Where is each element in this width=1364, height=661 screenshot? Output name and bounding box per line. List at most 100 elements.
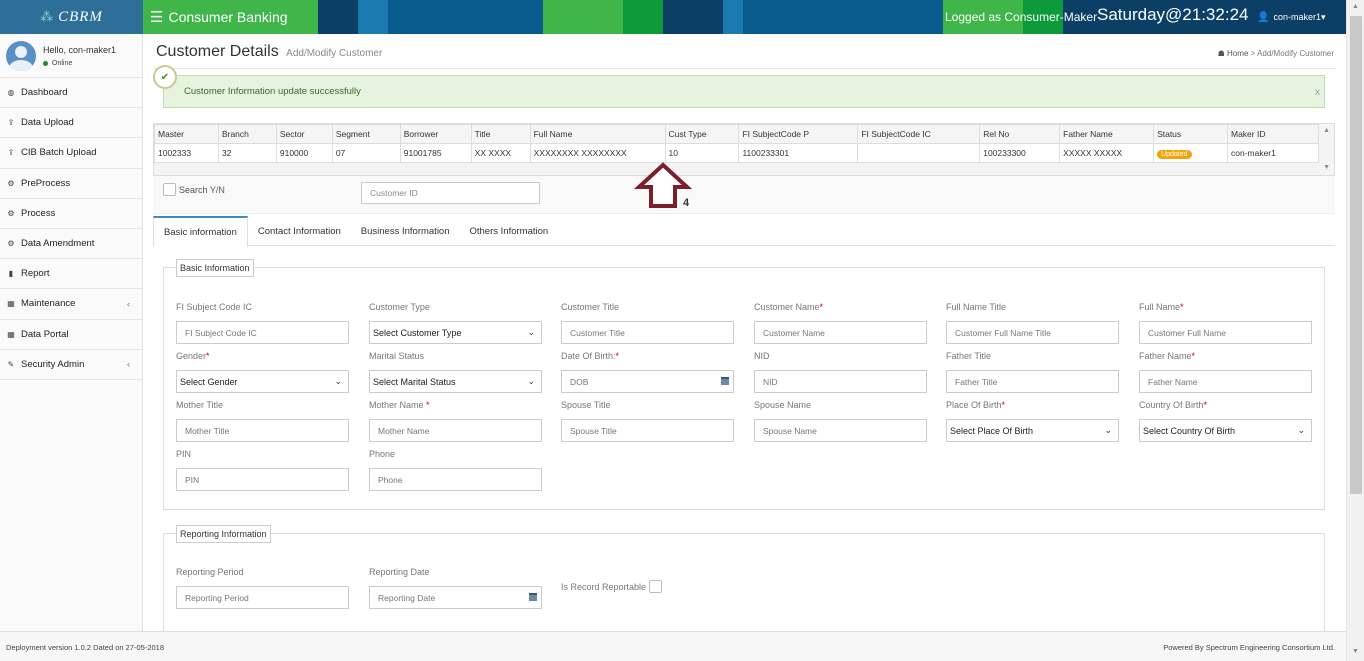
full-name-input[interactable]: Customer Full Name <box>1139 321 1312 344</box>
father-name-input[interactable]: Father Name <box>1139 370 1312 393</box>
father-name-value: Father Name <box>1148 376 1198 387</box>
country-of-birth-select[interactable]: Select Country Of Birth ⌄ <box>1139 419 1312 442</box>
fi-subject-code-ic-input[interactable]: FI Subject Code IC <box>176 321 349 344</box>
mother-title-input[interactable]: Mother Title <box>176 419 349 442</box>
brand-logo[interactable]: ⁂ CBRM <box>0 0 143 34</box>
customer-name-input[interactable]: Customer Name <box>754 321 927 344</box>
required-marker: * <box>206 351 210 361</box>
column-header[interactable]: Sector <box>275 124 333 144</box>
sidebar-item-cib-batch-upload[interactable]: ⇪ CIB Batch Upload <box>0 138 142 169</box>
reporting-date-input[interactable]: Reporting Date <box>369 586 542 609</box>
sidebar-item-maintenance[interactable]: ▦ Maintenance ‹ <box>0 289 142 320</box>
sidebar-item-process[interactable]: ⚙ Process <box>0 199 142 229</box>
nid-input[interactable]: NID <box>754 370 927 393</box>
marital-status-select[interactable]: Select Marital Status ⌄ <box>369 370 542 393</box>
column-header[interactable]: Father Name <box>1059 124 1155 144</box>
column-header[interactable]: FI SubjectCode IC <box>857 124 981 144</box>
marital-status-label: Marital Status <box>369 351 542 363</box>
success-alert: Customer Information update successfully… <box>163 75 1325 108</box>
column-header[interactable]: FI SubjectCode P <box>738 124 859 144</box>
user-menu[interactable]: 👤 con-maker1 ▾ <box>1257 0 1326 34</box>
sidebar-item-data-upload[interactable]: ⇪ Data Upload <box>0 108 142 139</box>
search-checkbox[interactable] <box>163 183 176 196</box>
pin-value: PIN <box>185 474 200 485</box>
column-header[interactable]: Status <box>1153 124 1228 144</box>
father-title-input[interactable]: Father Title <box>946 370 1119 393</box>
close-icon[interactable]: x <box>1315 87 1320 98</box>
tab-basic-information[interactable]: Basic information <box>153 216 248 247</box>
calendar-icon[interactable] <box>529 593 537 601</box>
column-header[interactable]: Full Name <box>529 124 666 144</box>
sidebar-item-dashboard[interactable]: ◍ Dashboard <box>0 78 142 109</box>
customer-type-field: Customer Type Select Customer Type ⌄ <box>369 302 542 344</box>
breadcrumb-home[interactable]: Home <box>1227 49 1248 58</box>
column-header[interactable]: Master <box>154 124 219 144</box>
column-header[interactable]: Rel No <box>979 124 1061 144</box>
scrollbar-thumb[interactable] <box>1350 16 1362 494</box>
column-header[interactable]: Borrower <box>399 124 472 144</box>
user-icon: 👤 <box>1257 11 1270 23</box>
gender-select[interactable]: Select Gender ⌄ <box>176 370 349 393</box>
spouse-title-input[interactable]: Spouse Title <box>561 419 734 442</box>
sidebar-item-report[interactable]: ▮ Report <box>0 259 142 290</box>
customer-type-value: Select Customer Type <box>373 327 462 338</box>
record-reportable-checkbox[interactable] <box>649 580 663 593</box>
table-row[interactable]: 1002333 32 910000 07 91001785 XX XXXX XX… <box>154 143 1320 163</box>
logged-as-label: Logged as Consumer-Maker <box>945 10 1098 24</box>
date-of-birth-input[interactable]: DOB <box>561 370 734 393</box>
scroll-down-icon[interactable]: ▼ <box>1352 648 1359 655</box>
reporting-period-label: Reporting Period <box>176 567 349 579</box>
table-header-row: Master Branch Sector Segment Borrower Ti… <box>154 124 1320 144</box>
column-header[interactable]: Maker ID <box>1226 124 1320 144</box>
chevron-left-icon: ‹ <box>127 359 130 370</box>
column-header[interactable]: Title <box>470 124 531 144</box>
sidebar-item-data-portal[interactable]: ▦ Data Portal <box>0 320 142 350</box>
column-header[interactable]: Segment <box>331 124 401 144</box>
column-header[interactable]: Cust Type <box>664 124 740 144</box>
tab-others-information[interactable]: Others Information <box>460 216 559 246</box>
spouse-name-input[interactable]: Spouse Name <box>754 419 927 442</box>
place-of-birth-select[interactable]: Select Place Of Birth ⌄ <box>946 419 1119 442</box>
hamburger-menu-icon[interactable]: ☰ <box>150 8 163 26</box>
customer-type-select[interactable]: Select Customer Type ⌄ <box>369 321 542 344</box>
customer-name-field: Customer Name* Customer Name <box>754 302 927 344</box>
customer-title-value: Customer Title <box>570 327 625 338</box>
customer-title-input[interactable]: Customer Title <box>561 321 734 344</box>
upload-icon: ⇪ <box>7 148 15 158</box>
scroll-up-icon[interactable]: ▲ <box>1323 127 1330 134</box>
sidebar-item-label: PreProcess <box>21 177 71 189</box>
phone-input[interactable]: Phone <box>369 468 542 491</box>
record-reportable-toggle[interactable]: Is Record Reportable <box>561 580 663 593</box>
mother-name-input[interactable]: Mother Name <box>369 419 542 442</box>
sidebar-item-security-admin[interactable]: ✎ Security Admin ‹ <box>0 350 142 380</box>
scroll-down-icon[interactable]: ▼ <box>1323 164 1330 171</box>
title-divider <box>153 68 1336 69</box>
scroll-up-icon[interactable]: ▲ <box>1352 3 1359 10</box>
sidebar-item-data-amendment[interactable]: ⚙ Data Amendment <box>0 229 142 260</box>
table-cell: 1100233301 <box>738 143 859 163</box>
dashboard-icon: ◍ <box>7 88 15 98</box>
tab-business-information[interactable]: Business Information <box>351 216 460 246</box>
sidebar-item-label: Data Portal <box>21 328 69 340</box>
avatar <box>6 40 36 71</box>
required-marker: * <box>819 302 824 312</box>
full-name-label-text: Full Name <box>1139 302 1181 312</box>
tab-contact-information[interactable]: Contact Information <box>248 216 351 246</box>
customer-title-field: Customer Title Customer Title <box>561 302 734 344</box>
sidebar-item-preprocess[interactable]: ⚙ PreProcess <box>0 169 142 199</box>
reporting-period-input[interactable]: Reporting Period <box>176 586 349 609</box>
column-header[interactable]: Branch <box>217 124 277 144</box>
mother-title-label: Mother Title <box>176 400 349 412</box>
search-toggle[interactable]: Search Y/N <box>163 183 225 196</box>
chevron-down-icon: ⌄ <box>334 376 342 386</box>
calendar-icon[interactable] <box>721 377 729 385</box>
place-of-birth-label-text: Place Of Birth <box>946 400 1002 410</box>
father-title-field: Father Title Father Title <box>946 351 1119 393</box>
full-name-title-input[interactable]: Customer Full Name Title <box>946 321 1119 344</box>
top-navbar: ⁂ CBRM ☰ Consumer Banking Logged as Cons… <box>0 0 1346 34</box>
page-scrollbar[interactable]: ▲ ▼ <box>1346 0 1364 661</box>
pin-input[interactable]: PIN <box>176 468 349 491</box>
customer-id-input[interactable] <box>361 182 540 204</box>
sidebar-item-label: Dashboard <box>21 87 68 99</box>
pin-field: PIN PIN <box>176 449 349 491</box>
